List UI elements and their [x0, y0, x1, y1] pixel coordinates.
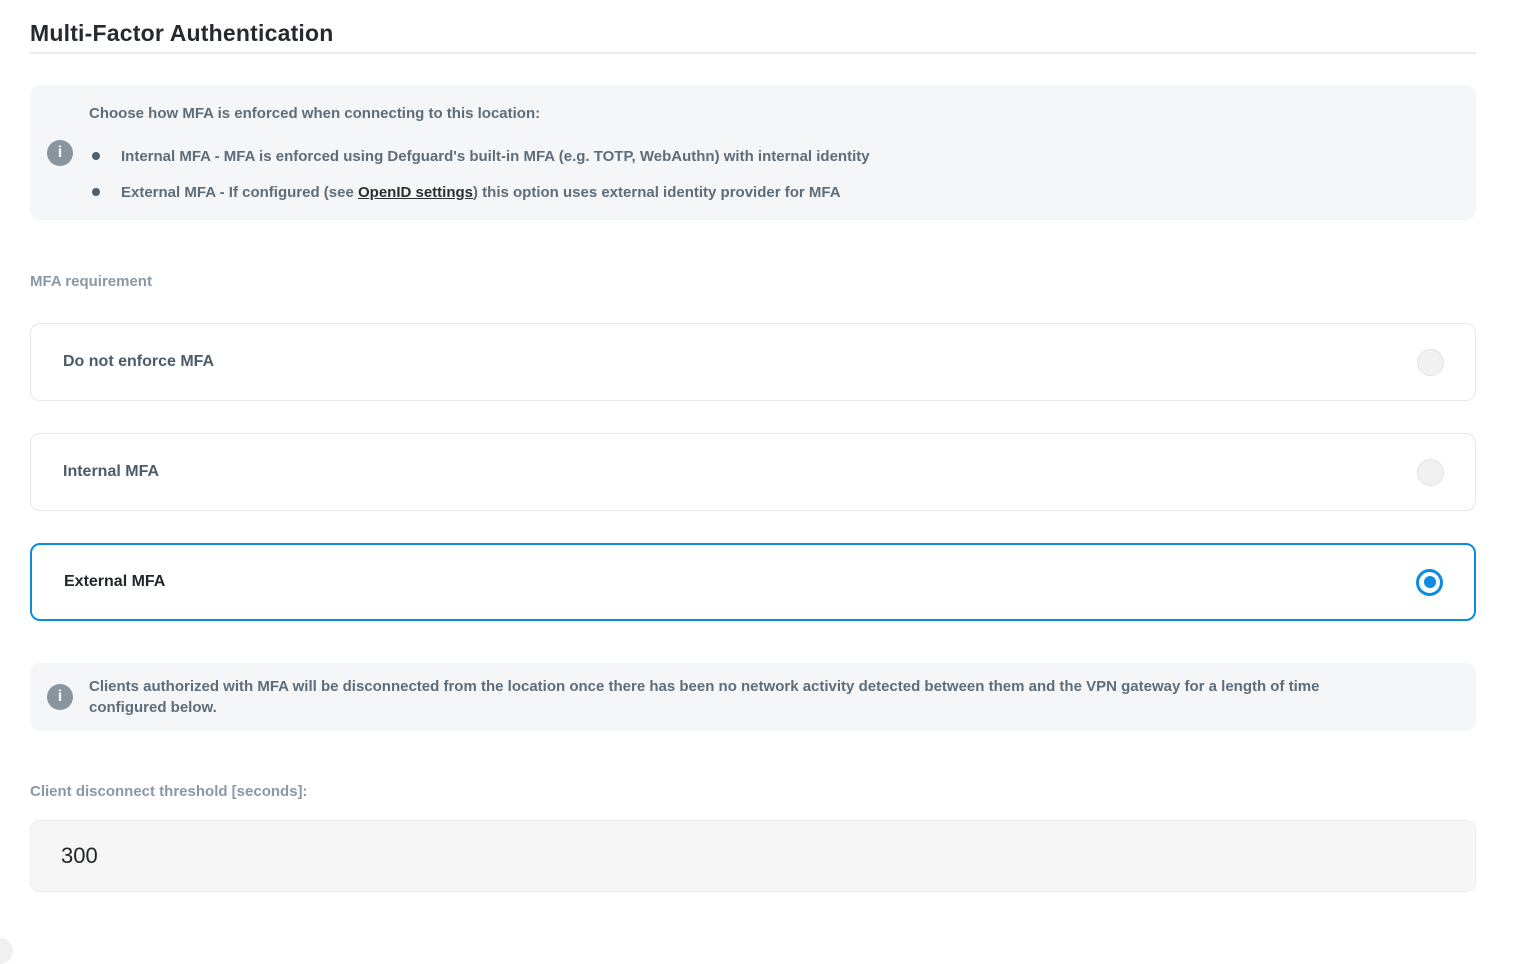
page-title: Multi-Factor Authentication	[30, 21, 1476, 46]
disconnect-info-text: Clients authorized with MFA will be disc…	[89, 676, 1399, 718]
bullet-external-mfa: External MFA - If configured (see OpenID…	[89, 184, 870, 201]
disconnect-info-content: Clients authorized with MFA will be disc…	[89, 676, 1439, 718]
disconnect-threshold-input[interactable]	[30, 820, 1476, 892]
mfa-choice-bullets: Internal MFA - MFA is enforced using Def…	[89, 148, 870, 201]
option-label-external: External MFA	[64, 573, 165, 591]
radio-internal[interactable]	[1417, 459, 1444, 486]
bullet-internal-mfa: Internal MFA - MFA is enforced using Def…	[89, 148, 870, 165]
bullet-internal-mfa-text: Internal MFA - MFA is enforced using Def…	[121, 148, 870, 165]
disconnect-threshold-label: Client disconnect threshold [seconds]:	[30, 783, 1476, 801]
mfa-requirement-label: MFA requirement	[30, 273, 1476, 291]
corner-artifact	[0, 938, 13, 964]
option-label-do-not-enforce: Do not enforce MFA	[63, 353, 214, 371]
bullet-external-mfa-pre: External MFA - If configured (see	[121, 184, 358, 201]
mfa-option-external[interactable]: External MFA	[30, 543, 1476, 621]
disconnect-info-box: i Clients authorized with MFA will be di…	[30, 663, 1476, 731]
radio-dot	[1424, 576, 1436, 588]
openid-settings-link[interactable]: OpenID settings	[358, 184, 473, 201]
bullet-external-mfa-post: ) this option uses external identity pro…	[473, 184, 841, 201]
info-icon: i	[47, 684, 73, 710]
mfa-settings-section: Multi-Factor Authentication i Choose how…	[30, 0, 1476, 892]
info-icon: i	[47, 140, 73, 166]
radio-do-not-enforce[interactable]	[1417, 349, 1444, 376]
mfa-option-do-not-enforce[interactable]: Do not enforce MFA	[30, 323, 1476, 401]
mfa-option-internal[interactable]: Internal MFA	[30, 433, 1476, 511]
radio-external[interactable]	[1416, 569, 1443, 596]
mfa-choice-intro: Choose how MFA is enforced when connecti…	[89, 105, 870, 123]
option-label-internal: Internal MFA	[63, 463, 159, 481]
mfa-choice-info-box: i Choose how MFA is enforced when connec…	[30, 85, 1476, 220]
title-divider	[30, 52, 1476, 54]
mfa-choice-info-content: Choose how MFA is enforced when connecti…	[89, 105, 910, 201]
